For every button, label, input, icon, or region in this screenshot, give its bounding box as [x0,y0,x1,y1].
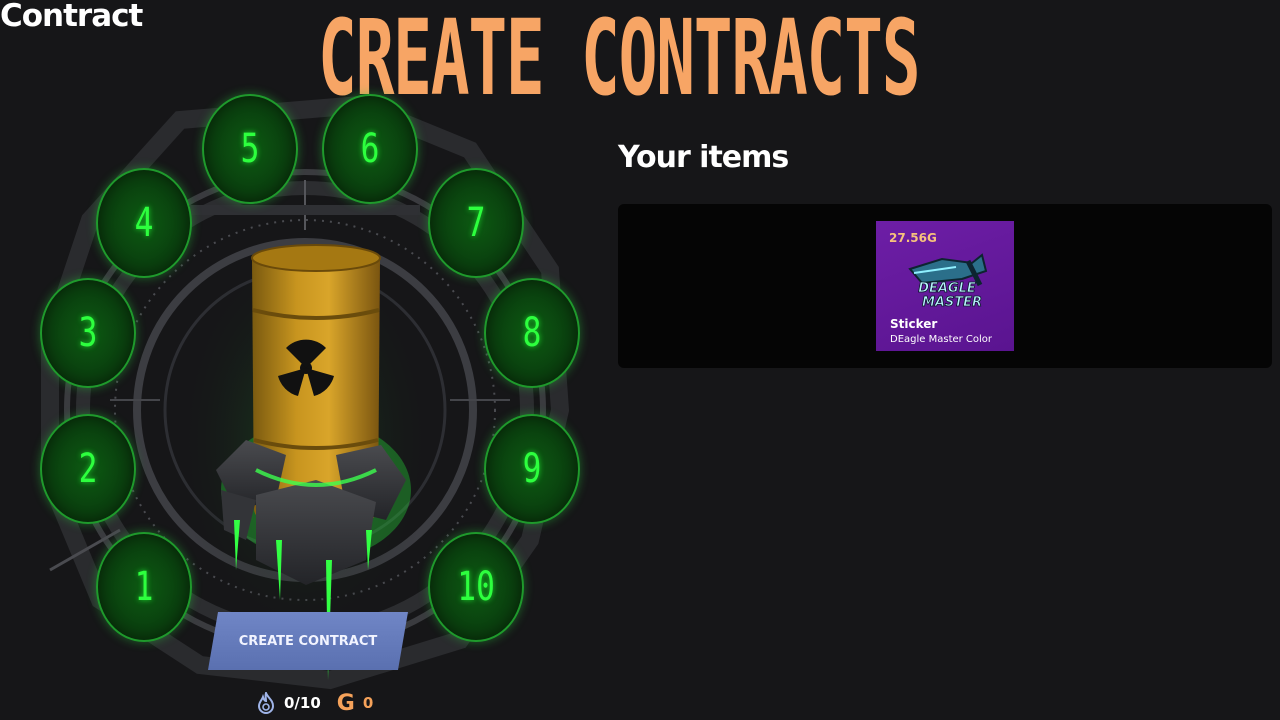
item-name: DEagle Master Color [890,334,993,345]
slot-number: 1 [134,564,154,610]
create-contract-button[interactable]: CREATE CONTRACT [208,612,408,670]
gold-icon: G [336,690,355,716]
game-screen: Contract CREATE CONTRACTS 1 2 3 4 5 6 7 … [0,0,1280,720]
contract-slot-2[interactable]: 2 [40,414,136,524]
contract-slot-4[interactable]: 4 [96,168,192,278]
your-items-heading: Your items [618,140,789,175]
contract-slot-6[interactable]: 6 [322,94,418,204]
contract-slot-10[interactable]: 10 [428,532,524,642]
slot-number: 9 [522,446,542,492]
contract-slot-9[interactable]: 9 [484,414,580,524]
sticker-art-line-2: MASTER [922,295,982,310]
slot-number: 3 [78,310,98,356]
slot-number: 2 [78,446,98,492]
contract-count: 0/10 [284,694,321,712]
inventory-item-card[interactable]: 27.56G DEAGLE MASTER Sticker DEagle Mast… [876,221,1014,351]
slot-number: 4 [134,200,154,246]
sticker-image: DEAGLE MASTER [908,253,988,310]
slot-number: 8 [522,310,542,356]
contract-slot-5[interactable]: 5 [202,94,298,204]
slot-number: 6 [360,126,380,172]
contract-slot-8[interactable]: 8 [484,278,580,388]
item-price: 27.56G [889,231,937,245]
contract-slot-3[interactable]: 3 [40,278,136,388]
page-title: Contract [0,0,143,34]
sticker-art-line-1: DEAGLE [918,281,976,296]
gold-value: 0 [362,694,374,712]
item-type: Sticker [890,317,938,331]
contract-stats: 0/10 G 0 [256,690,373,716]
slot-number: 10 [457,564,495,610]
contract-slot-1[interactable]: 1 [96,532,192,642]
contract-slot-7[interactable]: 7 [428,168,524,278]
items-panel: 27.56G DEAGLE MASTER Sticker DEagle Mast… [618,204,1272,368]
flame-icon [257,692,275,714]
slot-number: 7 [466,200,486,246]
slot-number: 5 [240,126,260,172]
